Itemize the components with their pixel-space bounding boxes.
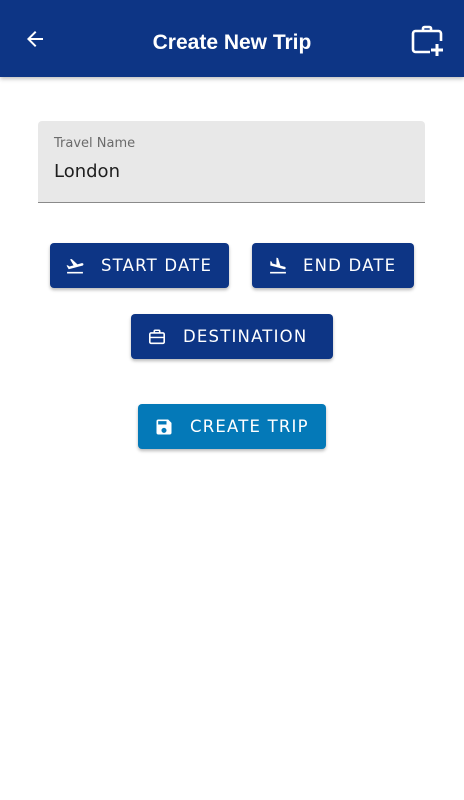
end-date-button[interactable]: END DATE: [252, 243, 414, 288]
flight-land-icon: [268, 256, 288, 276]
travel-name-field[interactable]: Travel Name: [38, 121, 425, 203]
end-date-label: END DATE: [303, 256, 397, 275]
briefcase-add-icon: [409, 22, 445, 63]
destination-label: DESTINATION: [183, 327, 308, 346]
app-bar: Create New Trip: [0, 0, 464, 77]
briefcase-icon: [147, 327, 167, 347]
arrow-back-icon: [23, 27, 47, 56]
travel-name-input[interactable]: [54, 161, 404, 182]
travel-name-label: Travel Name: [54, 136, 136, 151]
create-trip-button[interactable]: CREATE TRIP: [138, 404, 326, 449]
flight-takeoff-icon: [65, 256, 85, 276]
destination-button[interactable]: DESTINATION: [131, 314, 333, 359]
save-icon: [154, 417, 174, 437]
add-trip-button[interactable]: [405, 22, 449, 62]
page-title: Create New Trip: [152, 31, 312, 54]
create-trip-label: CREATE TRIP: [190, 417, 309, 436]
start-date-button[interactable]: START DATE: [50, 243, 229, 288]
start-date-label: START DATE: [101, 256, 213, 275]
back-button[interactable]: [18, 24, 52, 58]
